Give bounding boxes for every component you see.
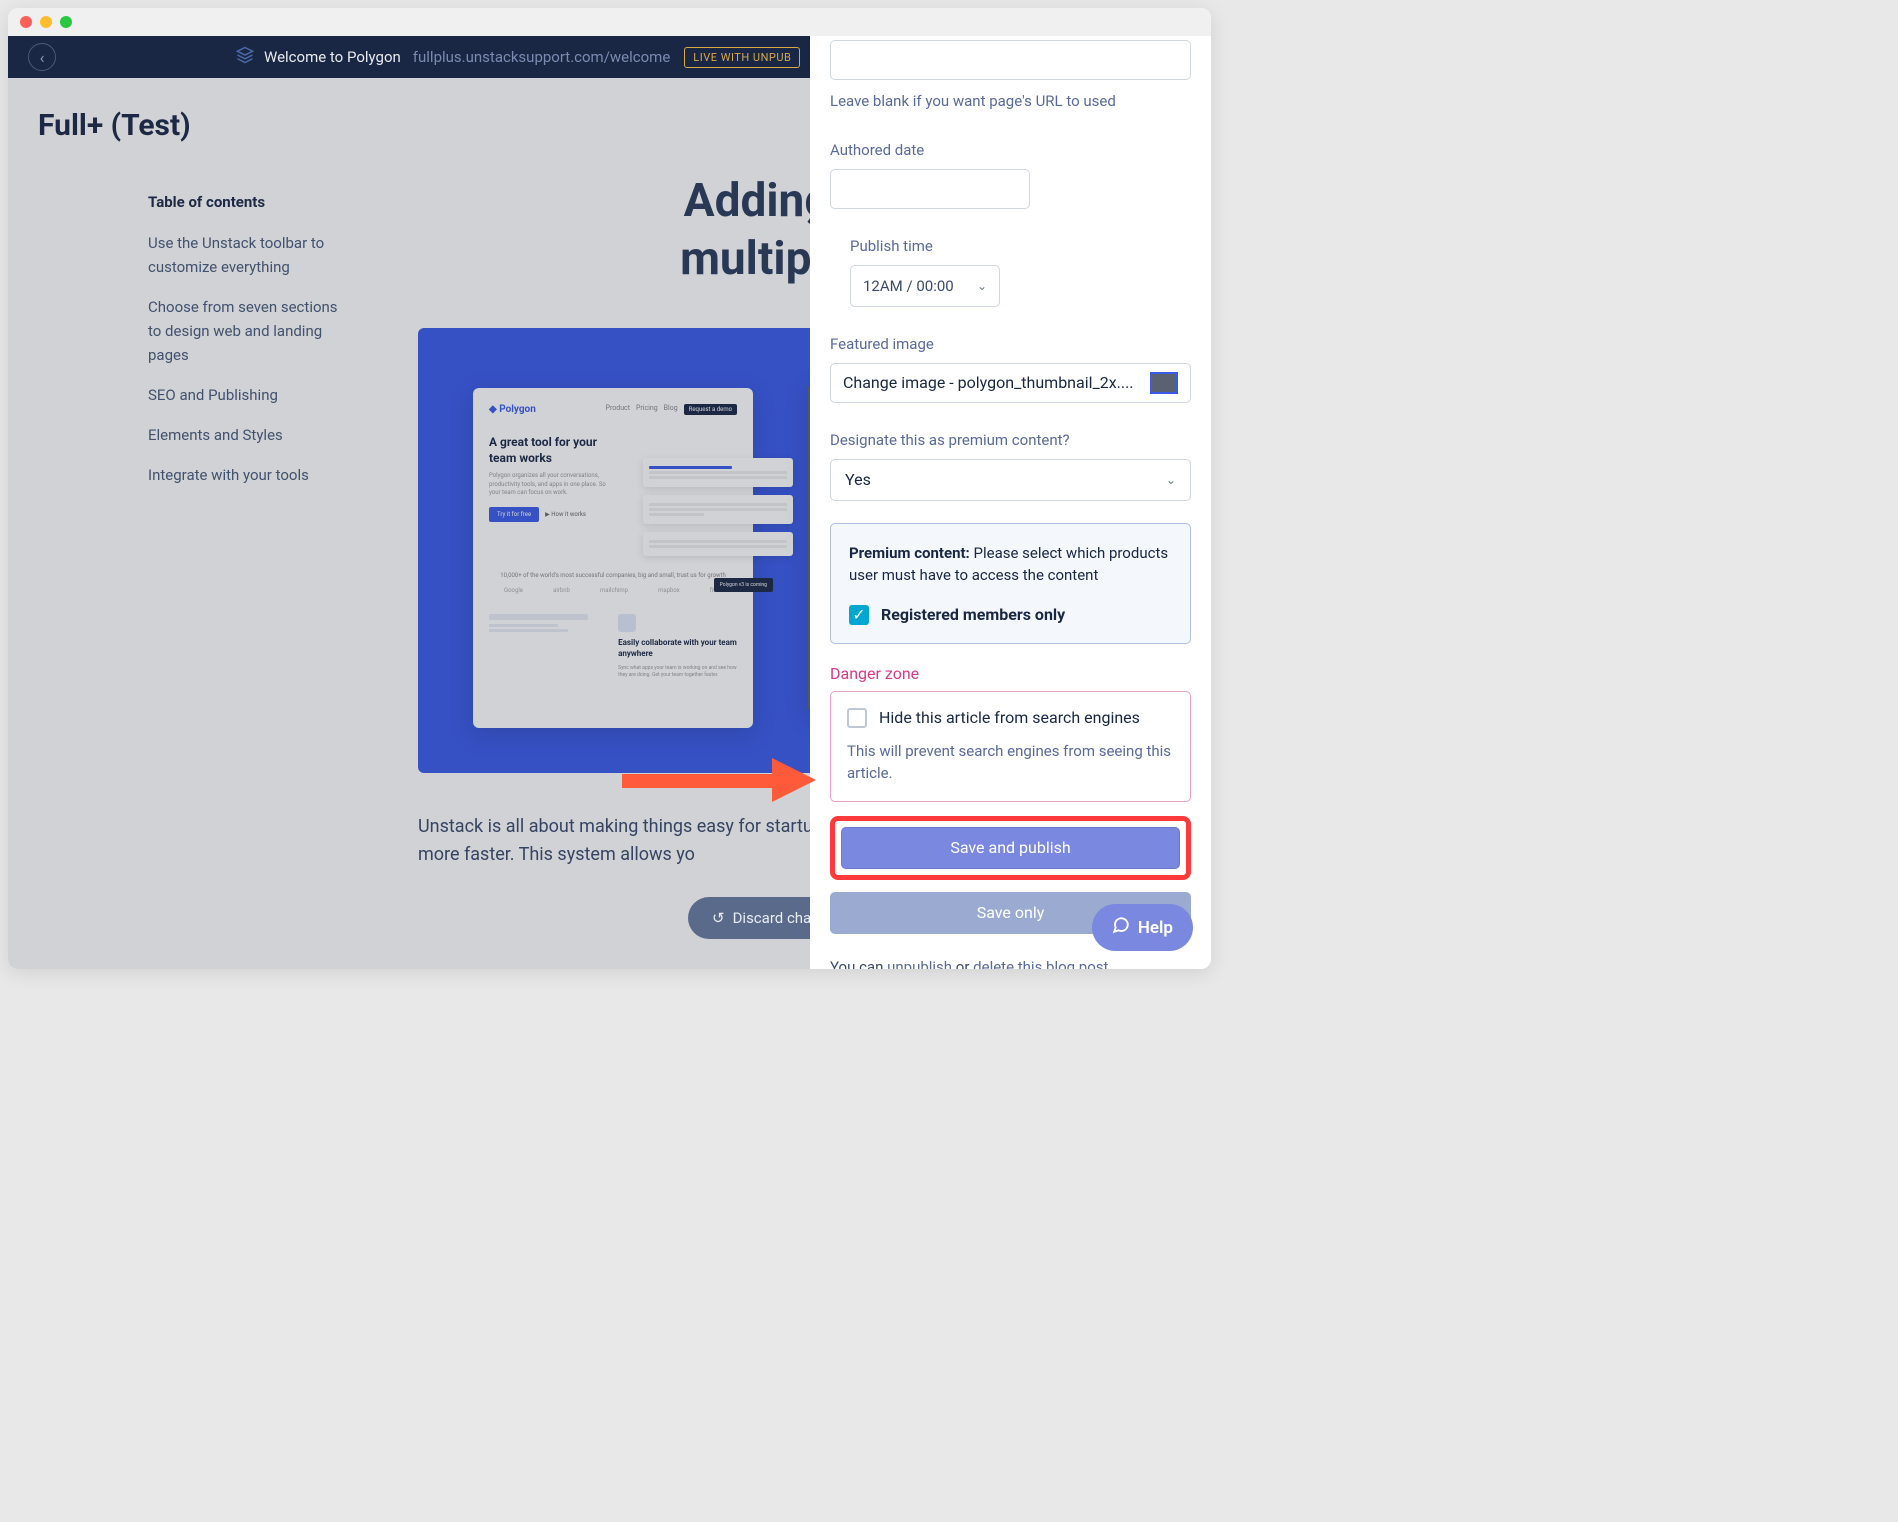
registered-members-checkbox[interactable]: ✓ (849, 605, 869, 625)
save-publish-label: Save and publish (950, 838, 1070, 857)
authored-date-input[interactable] (830, 169, 1030, 209)
image-thumbnail-icon (1150, 372, 1178, 394)
highlight-annotation: Save and publish (830, 816, 1191, 880)
settings-panel: Leave blank if you want page's URL to us… (810, 36, 1211, 969)
chevron-left-icon: ‹ (40, 48, 45, 67)
breadcrumb-title: Welcome to Polygon (264, 48, 401, 66)
save-and-publish-button[interactable]: Save and publish (841, 827, 1180, 869)
annotation-arrow (622, 758, 818, 802)
featured-image-value: Change image - polygon_thumbnail_2x.... (843, 373, 1134, 392)
url-input[interactable] (830, 40, 1191, 80)
breadcrumb-url: fullplus.unstacksupport.com/welcome (413, 48, 671, 66)
publish-time-select[interactable]: 12AM / 00:00 ⌄ (850, 265, 1000, 307)
premium-content-label: Designate this as premium content? (830, 431, 1191, 449)
help-button[interactable]: Help (1092, 904, 1193, 951)
help-label: Help (1138, 918, 1173, 938)
hide-from-search-checkbox[interactable] (847, 708, 867, 728)
unpublish-text: You can unpublish or delete this blog po… (830, 958, 1191, 970)
publish-time-value: 12AM / 00:00 (863, 277, 954, 295)
premium-info-text: Premium content: Please select which pro… (849, 542, 1172, 587)
url-helper: Leave blank if you want page's URL to us… (830, 90, 1191, 113)
discard-label: Discard cha (733, 909, 812, 927)
chat-icon (1112, 916, 1130, 939)
chevron-down-icon: ⌄ (1166, 473, 1176, 487)
unpublish-link[interactable]: unpublish (887, 958, 952, 970)
minimize-window-icon[interactable] (40, 16, 52, 28)
hide-from-search-label: Hide this article from search engines (879, 708, 1140, 727)
featured-image-label: Featured image (830, 335, 1191, 353)
authored-date-label: Authored date (830, 141, 1191, 159)
undo-icon: ↺ (712, 909, 725, 927)
delete-post-link[interactable]: delete this blog post (973, 958, 1108, 970)
danger-help-text: This will prevent search engines from se… (847, 740, 1174, 785)
registered-members-label: Registered members only (881, 605, 1065, 624)
publish-time-label: Publish time (850, 237, 1191, 255)
premium-content-select[interactable]: Yes ⌄ (830, 459, 1191, 501)
danger-zone-box: Hide this article from search engines Th… (830, 691, 1191, 802)
chevron-down-icon: ⌄ (977, 279, 987, 293)
live-status-badge: LIVE WITH UNPUB (684, 47, 800, 68)
premium-content-value: Yes (845, 470, 871, 489)
maximize-window-icon[interactable] (60, 16, 72, 28)
premium-info-box: Premium content: Please select which pro… (830, 523, 1191, 644)
close-window-icon[interactable] (20, 16, 32, 28)
cube-icon (236, 46, 254, 69)
back-button[interactable]: ‹ (28, 43, 56, 71)
danger-zone-heading: Danger zone (830, 664, 1191, 683)
featured-image-field[interactable]: Change image - polygon_thumbnail_2x.... (830, 363, 1191, 403)
window-titlebar (8, 8, 1211, 36)
save-only-label: Save only (977, 903, 1045, 922)
